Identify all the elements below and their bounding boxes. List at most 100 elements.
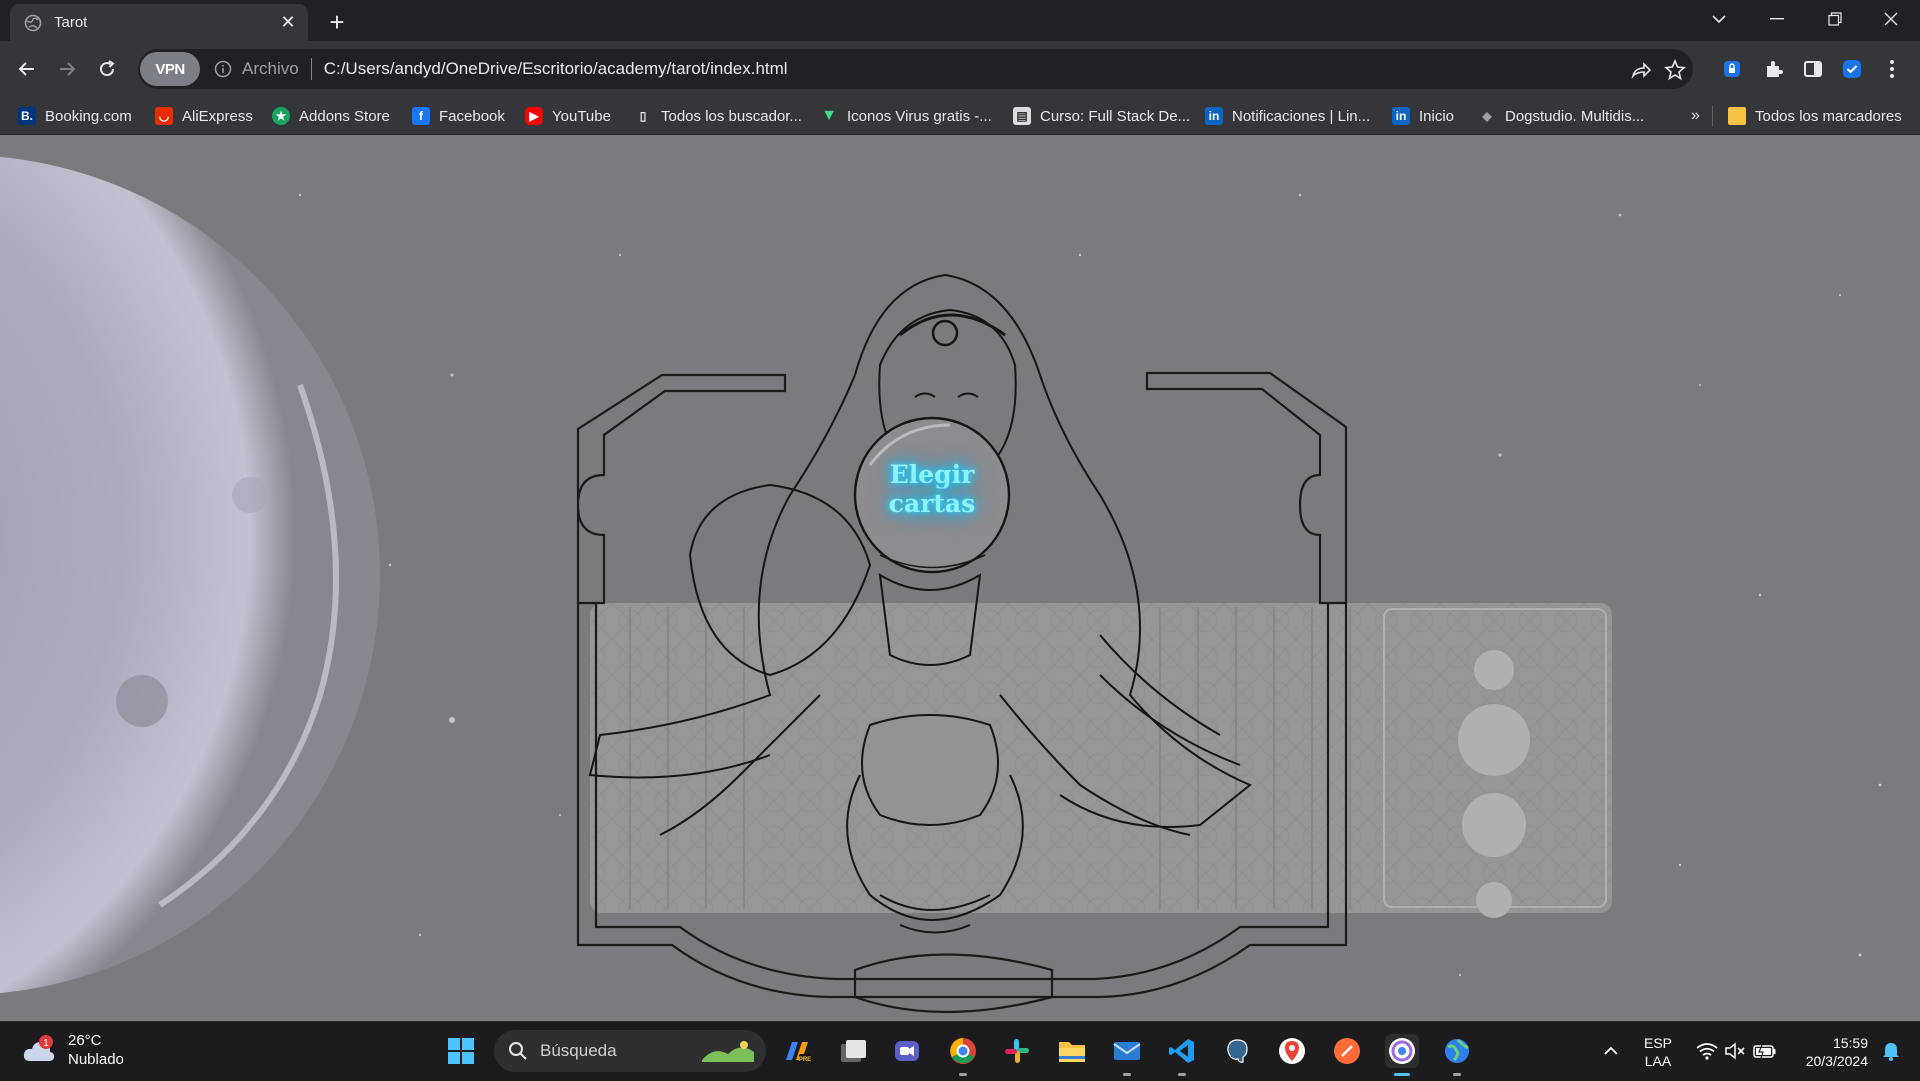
more-menu-icon[interactable]: [1880, 57, 1904, 81]
bookmarks-overflow-button[interactable]: »: [1691, 103, 1700, 129]
bell-icon: [1883, 1043, 1899, 1061]
password-manager-icon[interactable]: [1720, 57, 1744, 81]
reload-icon: [100, 60, 115, 77]
address-bar[interactable]: VPN Archivo C:/Users/andyd/OneDrive/Escr…: [138, 49, 1693, 89]
bookmark-label: Dogstudio. Multidis...: [1505, 107, 1645, 125]
taskbar-meet[interactable]: [890, 1034, 924, 1068]
battery-status[interactable]: [1748, 1034, 1782, 1068]
bookmark-label: Notificaciones | Lin...: [1232, 107, 1371, 125]
taskbar-mail[interactable]: [1110, 1034, 1144, 1076]
search-highlight-art-icon: [702, 1041, 754, 1062]
bookmark-curso[interactable]: ▤ Curso: Full Stack De...: [1013, 103, 1190, 129]
bookmark-label: Addons Store: [299, 107, 390, 125]
tarot-card-deck: [590, 603, 1612, 918]
bookmark-label: AliExpress: [182, 107, 253, 125]
running-indicator: [1123, 1073, 1131, 1076]
taskbar-task-view[interactable]: [836, 1034, 870, 1068]
slack-icon: [1005, 1039, 1029, 1063]
vscode-icon: [1169, 1039, 1194, 1063]
side-panel-icon[interactable]: [1801, 57, 1825, 81]
bookmark-label: Curso: Full Stack De...: [1040, 107, 1191, 125]
bookmark-addons-store[interactable]: ★ Addons Store: [272, 103, 390, 129]
linkedin-icon: in: [1392, 107, 1410, 125]
taskbar-copilot[interactable]: PRE: [780, 1034, 814, 1068]
iconos-virus-icon: ▼: [821, 107, 837, 124]
all-bookmarks-button[interactable]: Todos los marcadores: [1728, 103, 1902, 129]
overflow-label: »: [1691, 107, 1700, 124]
bookmark-facebook[interactable]: f Facebook: [412, 103, 505, 129]
tab-title: Tarot: [54, 14, 88, 31]
windows-taskbar: 1 26°C Nublado Búsqueda PRE ESP LAA 15:5…: [0, 1021, 1920, 1081]
taskbar-slack[interactable]: [1000, 1034, 1034, 1068]
tab-search-chevron-icon[interactable]: [1690, 0, 1748, 38]
browser-tab[interactable]: Tarot ✕: [10, 4, 308, 41]
taskbar-chrome-active[interactable]: [1385, 1034, 1419, 1076]
browser-toolbar: VPN Archivo C:/Users/andyd/OneDrive/Escr…: [0, 41, 1920, 97]
vpn-label: VPN: [155, 60, 185, 78]
url-text[interactable]: C:/Users/andyd/OneDrive/Escritorio/acade…: [324, 59, 788, 79]
scheme-label: Archivo: [242, 59, 299, 78]
bookmark-aliexpress[interactable]: ◡ AliExpress: [155, 103, 253, 129]
back-button[interactable]: [11, 53, 43, 85]
choose-cards-button[interactable]: Elegir cartas: [852, 460, 1012, 518]
taskbar-search-box[interactable]: Búsqueda: [494, 1030, 766, 1072]
start-button[interactable]: [444, 1034, 478, 1068]
input-language-indicator[interactable]: ESP LAA: [1644, 1034, 1672, 1070]
meet-icon: [895, 1041, 919, 1061]
system-clock[interactable]: 15:59 20/3/2024: [1796, 1034, 1868, 1070]
restore-button[interactable]: [1806, 0, 1864, 38]
weather-badge: 1: [43, 1038, 49, 1049]
aliexpress-icon: ◡: [155, 107, 173, 125]
arrow-right-icon: [60, 62, 76, 76]
arrow-left-icon: [18, 62, 34, 76]
volume-status[interactable]: [1718, 1034, 1752, 1068]
bookmark-inicio[interactable]: in Inicio: [1392, 103, 1454, 129]
taskbar-chrome[interactable]: [946, 1034, 980, 1076]
extensions-icon[interactable]: [1762, 57, 1786, 81]
info-icon[interactable]: [214, 60, 232, 78]
show-hidden-icons-button[interactable]: [1594, 1034, 1628, 1068]
address-separator: [310, 58, 312, 80]
keyboard-layout: LAA: [1644, 1053, 1672, 1069]
booking-icon: B.: [18, 107, 36, 125]
taskbar-file-explorer[interactable]: [1055, 1034, 1089, 1068]
bookmark-label: Inicio: [1419, 107, 1455, 125]
file-explorer-icon: [1059, 1042, 1085, 1062]
bookmark-iconos-virus[interactable]: ▼ Iconos Virus gratis -...: [820, 103, 992, 129]
clock-date: 20/3/2024: [1805, 1053, 1868, 1069]
star-icon[interactable]: [1664, 59, 1686, 81]
minimize-button[interactable]: [1748, 0, 1806, 38]
bookmark-youtube[interactable]: ▶ YouTube: [525, 103, 611, 129]
moon-illustration: [0, 157, 380, 993]
facebook-icon: f: [412, 107, 430, 125]
youtube-icon: ▶: [525, 107, 543, 125]
new-tab-button[interactable]: +: [322, 7, 352, 37]
reload-button[interactable]: [91, 53, 123, 85]
addons-store-icon: ★: [272, 107, 290, 125]
taskbar-vscode[interactable]: [1165, 1034, 1199, 1076]
running-indicator: [1453, 1073, 1461, 1076]
bookmark-todos-buscadores[interactable]: ▯ Todos los buscador...: [634, 103, 802, 129]
task-view-icon: [841, 1040, 866, 1062]
linkedin-icon: in: [1205, 107, 1223, 125]
bookmark-booking[interactable]: B. Booking.com: [18, 103, 132, 129]
taskbar-maps[interactable]: [1275, 1034, 1309, 1068]
search-placeholder: Búsqueda: [540, 1041, 617, 1060]
weather-temperature: 26°C: [68, 1032, 102, 1049]
weather-widget[interactable]: 1 26°C Nublado: [22, 1031, 124, 1069]
bookmark-dogstudio[interactable]: ◆ Dogstudio. Multidis...: [1478, 103, 1644, 129]
bookmark-label: Booking.com: [45, 107, 132, 125]
shield-extension-icon[interactable]: [1840, 57, 1864, 81]
share-icon[interactable]: [1630, 59, 1652, 81]
notifications-button[interactable]: [1874, 1034, 1908, 1068]
taskbar-postgresql[interactable]: [1220, 1034, 1254, 1068]
close-tab-icon[interactable]: ✕: [278, 12, 298, 33]
chevron-up-icon: [1604, 1046, 1618, 1055]
copilot-icon: PRE: [786, 1042, 811, 1063]
taskbar-postman[interactable]: [1330, 1034, 1364, 1068]
forward-button[interactable]: [51, 53, 83, 85]
close-window-button[interactable]: [1862, 0, 1920, 38]
taskbar-browser-globe[interactable]: [1440, 1034, 1474, 1076]
vpn-button[interactable]: VPN: [140, 52, 200, 86]
bookmark-notificaciones[interactable]: in Notificaciones | Lin...: [1205, 103, 1370, 129]
